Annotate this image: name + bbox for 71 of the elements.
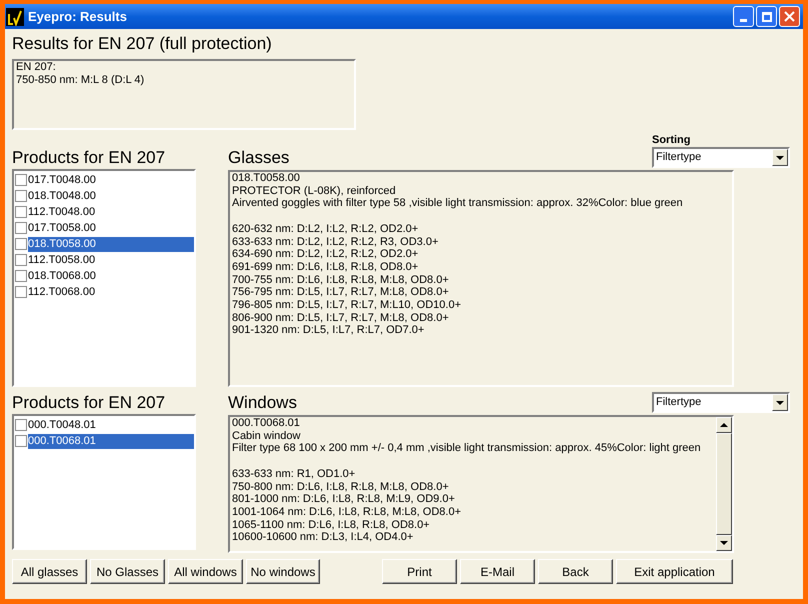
product-item[interactable]: 017.T0048.00 (28, 172, 194, 188)
action-button[interactable]: No Glasses (90, 559, 165, 584)
action-button[interactable]: Exit application (616, 559, 733, 584)
maximize-button[interactable] (756, 6, 777, 27)
sorting-label: Sorting (652, 133, 692, 147)
product-item[interactable]: 112.T0058.00 (28, 252, 194, 268)
sort-dropdown[interactable]: Filtertype (652, 147, 790, 168)
product-checkbox[interactable] (15, 238, 27, 250)
spec-line: 634-690 nm: D:L2, I:L2, R:L2, OD2.0+ (232, 248, 420, 261)
product-item[interactable]: 000.T0048.01 (28, 418, 194, 432)
scroll-up-icon[interactable] (716, 417, 732, 433)
spec-line: 620-632 nm: D:L2, I:L2, R:L2, OD2.0+ (232, 222, 420, 236)
spec-line: 750-800 nm: D:L6, I:L8, R:L8, M:L8, OD8.0+ (232, 480, 450, 494)
spec-line: 700-755 nm: D:L6, I:L8, R:L8, M:L8, OD8.0+ (232, 274, 450, 286)
products-heading: Products for EN 207 (12, 393, 166, 413)
products-heading: Products for EN 207 (12, 148, 166, 168)
section-heading: Windows (228, 393, 297, 413)
results-heading: Results for EN 207 (full protection) (12, 34, 272, 54)
description-line: Airvented goggles with filter type 58 ,visible light transmission: approx. 32%Color: blue green (232, 197, 684, 210)
section-heading: Glasses (228, 148, 290, 168)
description-line: PROTECTOR (L-08K), reinforced (232, 184, 397, 198)
window-title: Eyepro: Results (28, 8, 127, 26)
spec-line: 633-633 nm: D:L2, I:L2, R:L2, R3, OD3.0+ (232, 236, 440, 248)
spec-line: 756-795 nm: D:L5, I:L7, R:L7, M:L8, OD8.0+ (232, 286, 450, 300)
action-button[interactable]: Back (538, 559, 613, 584)
results-line: EN 207: (16, 61, 57, 74)
description-line: Cabin window (232, 430, 302, 442)
product-item[interactable]: 000.T0068.01 (28, 434, 194, 448)
spec-line: 1065-1100 nm: D:L6, I:L8, R:L8, OD8.0+ (232, 518, 431, 532)
product-item[interactable]: 017.T0058.00 (28, 220, 194, 236)
minimize-button[interactable] (733, 6, 754, 27)
product-checkbox[interactable] (15, 286, 27, 298)
action-button[interactable]: All windows (168, 559, 243, 584)
spec-line: 796-805 nm: D:L5, I:L7, R:L7, M:L10, OD10.0+ (232, 299, 462, 312)
app-logo-icon (6, 8, 24, 26)
product-checkbox[interactable] (15, 254, 27, 266)
product-item[interactable]: 018.T0048.00 (28, 188, 194, 204)
spec-line: 10600-10600 nm: D:L3, I:L4, OD4.0+ (232, 531, 414, 544)
description-line: Filter type 68 100 x 200 mm +/- 0,4 mm ,visible light transmission: approx. 45%Color: light green (232, 442, 702, 456)
action-button[interactable]: Print (382, 559, 457, 584)
sort-dropdown[interactable]: Filtertype (652, 392, 790, 413)
product-item[interactable]: 112.T0048.00 (28, 204, 194, 220)
scrollbar[interactable] (716, 417, 732, 551)
product-checkbox[interactable] (15, 435, 27, 447)
product-checkbox[interactable] (15, 190, 27, 202)
product-checkbox[interactable] (15, 419, 27, 431)
description-line: 000.T0068.01 (232, 417, 301, 430)
spec-line: 801-1000 nm: D:L6, I:L8, R:L8, M:L9, OD9.0+ (232, 493, 456, 506)
close-icon (784, 11, 795, 22)
action-button[interactable]: E-Mail (460, 559, 535, 584)
action-button[interactable]: All glasses (12, 559, 87, 584)
description-line: 018.T0058.00 (232, 172, 301, 185)
results-line: 750-850 nm: M:L 8 (D:L 4) (16, 74, 146, 86)
scroll-thumb[interactable] (716, 433, 732, 535)
scroll-down-icon[interactable] (716, 535, 732, 551)
action-button[interactable]: No windows (246, 559, 320, 584)
product-item[interactable]: 018.T0068.00 (28, 268, 194, 284)
product-checkbox[interactable] (15, 174, 27, 186)
product-checkbox[interactable] (15, 222, 27, 234)
product-item[interactable]: 018.T0058.00 (28, 236, 194, 252)
dropdown-value: Filtertype (655, 150, 702, 166)
spec-line: 806-900 nm: D:L5, I:L7, R:L7, M:L8, OD8.0+ (232, 312, 450, 324)
dropdown-value: Filtertype (655, 395, 702, 410)
close-button[interactable] (779, 6, 800, 27)
product-checkbox[interactable] (15, 270, 27, 282)
spec-line: 691-699 nm: D:L6, I:L8, R:L8, OD8.0+ (232, 260, 420, 274)
spec-line: 901-1320 nm: D:L5, I:L7, R:L7, OD7.0+ (232, 324, 426, 338)
product-checkbox[interactable] (15, 206, 27, 218)
product-item[interactable]: 112.T0068.00 (28, 284, 194, 300)
spec-line: 1001-1064 nm: D:L6, I:L8, R:L8, M:L8, OD8.0+ (232, 506, 462, 519)
spec-line: 633-633 nm: R1, OD1.0+ (232, 468, 356, 480)
